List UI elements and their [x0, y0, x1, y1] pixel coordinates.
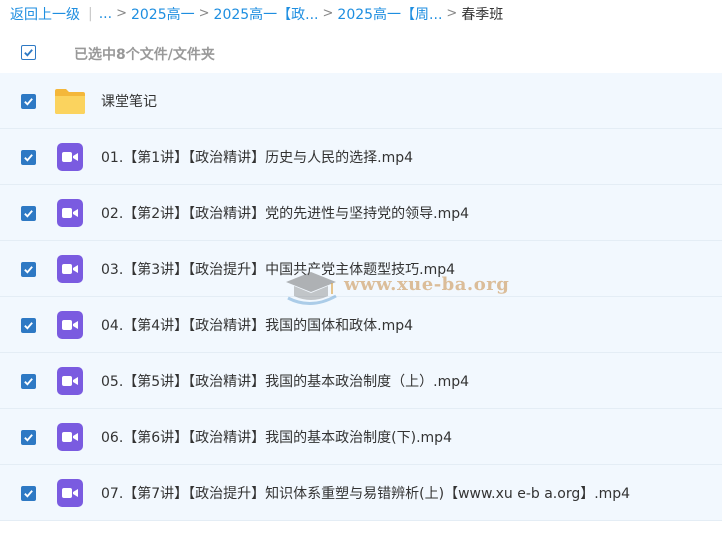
chevron-right-icon: > [198, 6, 210, 21]
breadcrumb-divider: | [88, 5, 93, 22]
chevron-right-icon: > [116, 6, 127, 21]
file-name[interactable]: 01.【第1讲】【政治精讲】历史与人民的选择.mp4 [101, 147, 413, 167]
row-checkbox[interactable] [21, 374, 36, 389]
breadcrumb-ellipsis[interactable]: ... [99, 6, 112, 22]
video-file-icon [57, 143, 83, 171]
chevron-right-icon: > [322, 6, 334, 21]
file-list: 课堂笔记 01.【第1讲】【政治精讲】历史与人民的选择.mp4 02.【第2讲】… [0, 73, 722, 521]
file-name[interactable]: 课堂笔记 [101, 91, 157, 111]
check-icon [24, 98, 33, 106]
file-name[interactable]: 06.【第6讲】【政治精讲】我国的基本政治制度(下).mp4 [101, 427, 452, 447]
video-file-icon [57, 479, 83, 507]
check-icon [24, 378, 33, 386]
row-checkbox[interactable] [21, 206, 36, 221]
breadcrumb-item[interactable]: 2025高一 [131, 4, 195, 24]
back-link[interactable]: 返回上一级 [10, 4, 80, 24]
check-icon [24, 322, 33, 330]
chevron-right-icon: > [446, 6, 458, 21]
list-item[interactable]: 01.【第1讲】【政治精讲】历史与人民的选择.mp4 [0, 129, 722, 185]
video-file-icon [57, 311, 83, 339]
folder-icon [55, 89, 85, 114]
file-name[interactable]: 04.【第4讲】【政治精讲】我国的国体和政体.mp4 [101, 315, 413, 335]
check-icon [24, 434, 33, 442]
list-item[interactable]: 04.【第4讲】【政治精讲】我国的国体和政体.mp4 [0, 297, 722, 353]
breadcrumb-current: 春季班 [461, 6, 504, 23]
row-checkbox[interactable] [21, 486, 36, 501]
selection-count-text: 已选中8个文件/文件夹 [74, 47, 215, 63]
video-file-icon [57, 423, 83, 451]
check-icon [24, 266, 33, 274]
list-item[interactable]: 02.【第2讲】【政治精讲】党的先进性与坚持党的领导.mp4 [0, 185, 722, 241]
row-checkbox[interactable] [21, 430, 36, 445]
video-file-icon [57, 199, 83, 227]
list-item[interactable]: 05.【第5讲】【政治精讲】我国的基本政治制度（上）.mp4 [0, 353, 722, 409]
file-name[interactable]: 05.【第5讲】【政治精讲】我国的基本政治制度（上）.mp4 [101, 371, 469, 391]
list-item[interactable]: 03.【第3讲】【政治提升】中国共产党主体题型技巧.mp4 [0, 241, 722, 297]
select-all-checkbox[interactable] [21, 45, 36, 60]
video-file-icon [57, 367, 83, 395]
check-icon [24, 49, 33, 57]
file-name[interactable]: 07.【第7讲】【政治提升】知识体系重塑与易错辨析(上)【www.xu e-b … [101, 483, 630, 503]
row-checkbox[interactable] [21, 94, 36, 109]
list-item[interactable]: 06.【第6讲】【政治精讲】我国的基本政治制度(下).mp4 [0, 409, 722, 465]
video-file-icon [57, 255, 83, 283]
check-icon [24, 490, 33, 498]
row-checkbox[interactable] [21, 318, 36, 333]
breadcrumb: 返回上一级 | ... > 2025高一 > 2025高一【政... > 202… [0, 0, 722, 27]
file-name[interactable]: 03.【第3讲】【政治提升】中国共产党主体题型技巧.mp4 [101, 259, 455, 279]
row-checkbox[interactable] [21, 262, 36, 277]
breadcrumb-item[interactable]: 2025高一【周... [337, 4, 442, 24]
list-item[interactable]: 课堂笔记 [0, 73, 722, 129]
row-checkbox[interactable] [21, 150, 36, 165]
check-icon [24, 210, 33, 218]
list-item[interactable]: 07.【第7讲】【政治提升】知识体系重塑与易错辨析(上)【www.xu e-b … [0, 465, 722, 521]
breadcrumb-item[interactable]: 2025高一【政... [214, 4, 319, 24]
selection-bar: 已选中8个文件/文件夹 [0, 34, 722, 72]
file-name[interactable]: 02.【第2讲】【政治精讲】党的先进性与坚持党的领导.mp4 [101, 203, 469, 223]
check-icon [24, 154, 33, 162]
